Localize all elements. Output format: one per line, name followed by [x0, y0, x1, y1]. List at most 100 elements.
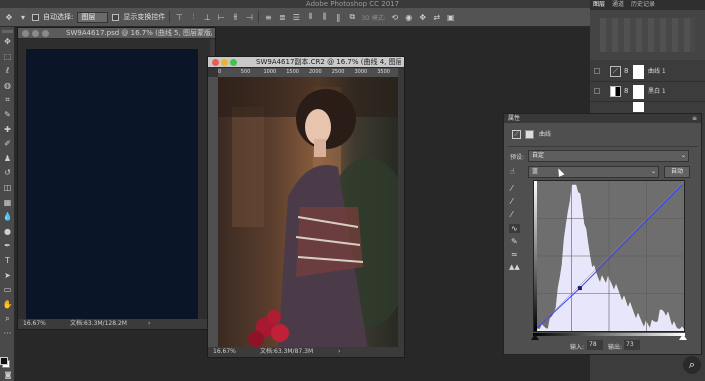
- curves-graph-svg[interactable]: [533, 180, 685, 332]
- auto-select-dropdown[interactable]: 图层: [77, 11, 109, 23]
- preset-dropdown[interactable]: 自定 ⌄: [528, 150, 689, 162]
- tab-channels[interactable]: 通道: [612, 0, 624, 10]
- 3d-roll-icon[interactable]: ◉: [404, 13, 414, 22]
- tab-layers[interactable]: 图层: [593, 0, 605, 10]
- layer-row-black-white-1[interactable]: 8 黑白 1: [590, 82, 705, 102]
- white-point-slider[interactable]: [679, 334, 687, 340]
- align-right-icon[interactable]: ⊣: [244, 13, 254, 22]
- chevron-down-icon[interactable]: ▾: [18, 13, 28, 22]
- layer-mask-thumbnail[interactable]: [633, 85, 644, 99]
- layer-mask-thumbnail[interactable]: [633, 65, 644, 79]
- auto-select-checkbox[interactable]: [32, 13, 39, 21]
- show-transform-checkbox[interactable]: [112, 13, 120, 21]
- toolbar-grip[interactable]: [2, 30, 13, 33]
- sample-gray-eyedropper-icon[interactable]: ⁄: [511, 197, 512, 206]
- align-vcenter-icon[interactable]: ⫶: [188, 12, 198, 22]
- 3d-scale-icon[interactable]: ▣: [446, 13, 456, 22]
- history-brush-tool-icon[interactable]: ↺: [2, 168, 13, 178]
- document-1-zoom[interactable]: 16.67%: [23, 319, 46, 329]
- blur-tool-icon[interactable]: 💧: [2, 212, 13, 222]
- chevron-right-icon[interactable]: ›: [148, 319, 150, 329]
- curves-graph[interactable]: [533, 180, 685, 332]
- distribute-top-icon[interactable]: ≡: [263, 13, 273, 22]
- chevron-right-icon[interactable]: ›: [338, 347, 340, 357]
- quick-select-tool-icon[interactable]: ◍: [2, 81, 13, 91]
- distribute-right-icon[interactable]: ‖: [333, 13, 343, 22]
- smooth-curve-icon[interactable]: ≈: [511, 250, 518, 259]
- distribute-vcenter-icon[interactable]: ≣: [277, 13, 287, 22]
- minimize-icon[interactable]: [32, 30, 39, 37]
- output-value-field[interactable]: 73: [624, 340, 640, 350]
- eraser-tool-icon[interactable]: ◫: [2, 183, 13, 193]
- align-left-icon[interactable]: ⊢: [216, 13, 226, 22]
- mask-icon[interactable]: [525, 130, 534, 139]
- clipping-warning-icon[interactable]: ▲▲: [509, 263, 520, 271]
- move-icon[interactable]: ✥: [4, 13, 14, 22]
- move-tool-icon[interactable]: ✥: [2, 37, 13, 47]
- target-adjust-hand-icon[interactable]: ☝: [510, 167, 515, 176]
- layer-name[interactable]: 曲线 1: [648, 62, 666, 82]
- lasso-tool-icon[interactable]: ℓ: [2, 66, 13, 76]
- eye-icon[interactable]: [594, 68, 600, 74]
- align-hcenter-icon[interactable]: ⫵: [230, 12, 240, 22]
- tab-history[interactable]: 历史记录: [631, 0, 655, 10]
- auto-align-icon[interactable]: ⧉: [347, 12, 357, 22]
- clone-stamp-tool-icon[interactable]: ♟: [2, 154, 13, 164]
- sample-white-eyedropper-icon[interactable]: ⁄: [511, 210, 512, 219]
- edit-points-curve-icon[interactable]: ∿: [509, 224, 520, 233]
- more-tools-icon[interactable]: ···: [2, 329, 13, 339]
- sample-black-eyedropper-icon[interactable]: ⁄: [511, 184, 512, 193]
- input-value-field[interactable]: 78: [587, 340, 603, 350]
- align-bottom-icon[interactable]: ⊥: [202, 13, 212, 22]
- layer-mask-thumbnail[interactable]: [633, 102, 644, 112]
- brush-tool-icon[interactable]: ✐: [2, 139, 13, 149]
- path-select-tool-icon[interactable]: ➤: [2, 271, 13, 281]
- document-2-title-bar[interactable]: SW9A4617副本.CR2 @ 16.7% (曲线 4, 图层...: [208, 57, 404, 68]
- document-2-scroll-strip[interactable]: [398, 68, 404, 349]
- distribute-hcenter-icon[interactable]: ⫼: [319, 12, 329, 22]
- link-icon[interactable]: 8: [624, 87, 628, 95]
- layer-row-curves-1[interactable]: ⟋ 8 曲线 1: [590, 62, 705, 82]
- foreground-color-swatch[interactable]: [0, 357, 8, 365]
- align-top-icon[interactable]: ⊤: [174, 13, 184, 22]
- 3d-slide-icon[interactable]: ⇄: [432, 13, 442, 22]
- hand-tool-icon[interactable]: ✋: [2, 300, 13, 310]
- draw-curve-pencil-icon[interactable]: ✎: [511, 237, 518, 246]
- marquee-tool-icon[interactable]: ⬚: [2, 52, 13, 62]
- document-window-1[interactable]: SW9A4617.psd @ 16.7% (曲线 5, 图层蒙版/... 16.…: [17, 27, 216, 330]
- black-point-slider[interactable]: [531, 334, 539, 340]
- minimize-icon[interactable]: [221, 59, 228, 66]
- close-icon[interactable]: [22, 30, 29, 37]
- photo-canvas[interactable]: [218, 77, 400, 349]
- close-icon[interactable]: [212, 59, 219, 66]
- curve-control-point[interactable]: [577, 286, 582, 291]
- gradient-tool-icon[interactable]: ▦: [2, 198, 13, 208]
- search-icon[interactable]: ⌕: [683, 356, 701, 374]
- distribute-bottom-icon[interactable]: ☰: [291, 13, 301, 22]
- type-tool-icon[interactable]: T: [2, 256, 13, 266]
- document-1-title-bar[interactable]: SW9A4617.psd @ 16.7% (曲线 5, 图层蒙版/...: [18, 28, 215, 39]
- auto-button[interactable]: 自动: [664, 166, 690, 178]
- zoom-icon[interactable]: [42, 30, 49, 37]
- eyedropper-tool-icon[interactable]: ✎: [2, 110, 13, 120]
- dodge-tool-icon[interactable]: ●: [2, 227, 13, 237]
- properties-panel-header[interactable]: 属性 ≡: [504, 114, 701, 123]
- 3d-pan-icon[interactable]: ✥: [418, 13, 428, 22]
- shape-tool-icon[interactable]: ▭: [2, 285, 13, 295]
- zoom-tool-icon[interactable]: ⌕: [2, 314, 13, 324]
- crop-tool-icon[interactable]: ⌗: [2, 95, 13, 105]
- 3d-rotate-icon[interactable]: ⟲: [390, 13, 400, 22]
- quick-mask-icon[interactable]: ◙: [3, 371, 13, 379]
- distribute-left-icon[interactable]: ⦀: [305, 12, 315, 22]
- link-icon[interactable]: 8: [624, 67, 628, 75]
- zoom-icon[interactable]: [230, 59, 237, 66]
- document-window-2[interactable]: SW9A4617副本.CR2 @ 16.7% (曲线 4, 图层... 0 500…: [207, 56, 405, 358]
- pen-tool-icon[interactable]: ✒: [2, 241, 13, 251]
- panel-menu-icon[interactable]: ≡: [692, 114, 697, 123]
- healing-tool-icon[interactable]: ✚: [2, 125, 13, 135]
- eye-icon[interactable]: [594, 88, 600, 94]
- document-2-zoom[interactable]: 16.67%: [213, 347, 236, 357]
- layer-name[interactable]: 黑白 1: [648, 82, 666, 102]
- channel-dropdown[interactable]: 蓝 ⌄: [528, 166, 659, 178]
- document-1-canvas[interactable]: [26, 49, 198, 321]
